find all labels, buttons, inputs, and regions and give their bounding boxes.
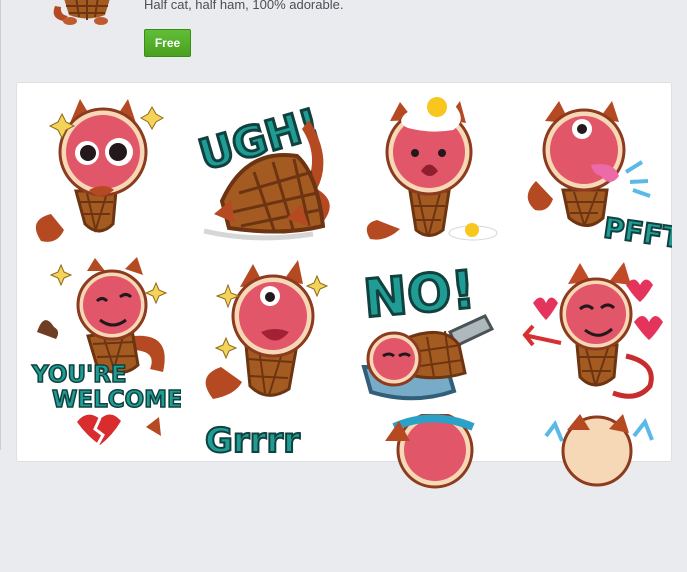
starry-eyed-hamcat-sticker[interactable] [27, 94, 181, 252]
pack-tagline: Half cat, half ham, 100% adorable. [144, 0, 344, 12]
egg-on-head-hamcat-sticker[interactable] [355, 94, 509, 252]
headband-hamcat-sticker[interactable] [355, 414, 509, 572]
no-hamcat-sticker[interactable]: NO! [355, 254, 509, 412]
broken-heart-hamcat-sticker[interactable] [27, 414, 181, 572]
grrr-hamcat-sticker[interactable]: Grrrr [191, 414, 345, 572]
hamcat-hero-sticker [53, 0, 110, 25]
svg-text:NO!: NO! [361, 260, 477, 329]
sparkling-happy-hamcat-sticker[interactable] [191, 254, 345, 412]
youre-welcome-hamcat-sticker[interactable]: YOU'RE WELCOME! [27, 254, 181, 412]
svg-text:Grrrr: Grrrr [205, 421, 300, 461]
svg-text:WELCOME!: WELCOME! [52, 387, 181, 412]
sticker-grid: UGH! PFFT! YOU'RE WELCOME! NO! Grrrr [16, 82, 672, 489]
tongue-out-hamcat-sticker[interactable]: PFFT! [518, 94, 672, 252]
devil-hamcat-sticker[interactable] [518, 254, 672, 412]
ugh-hamcat-sticker[interactable]: UGH! [191, 94, 345, 252]
splash-hamcat-sticker[interactable] [518, 414, 672, 572]
sticker-pack-header: Half cat, half ham, 100% adorable. Free [0, 0, 687, 82]
svg-text:PFFT!: PFFT! [602, 211, 672, 252]
free-button[interactable]: Free [144, 29, 191, 57]
svg-text:YOU'RE: YOU'RE [31, 362, 127, 388]
